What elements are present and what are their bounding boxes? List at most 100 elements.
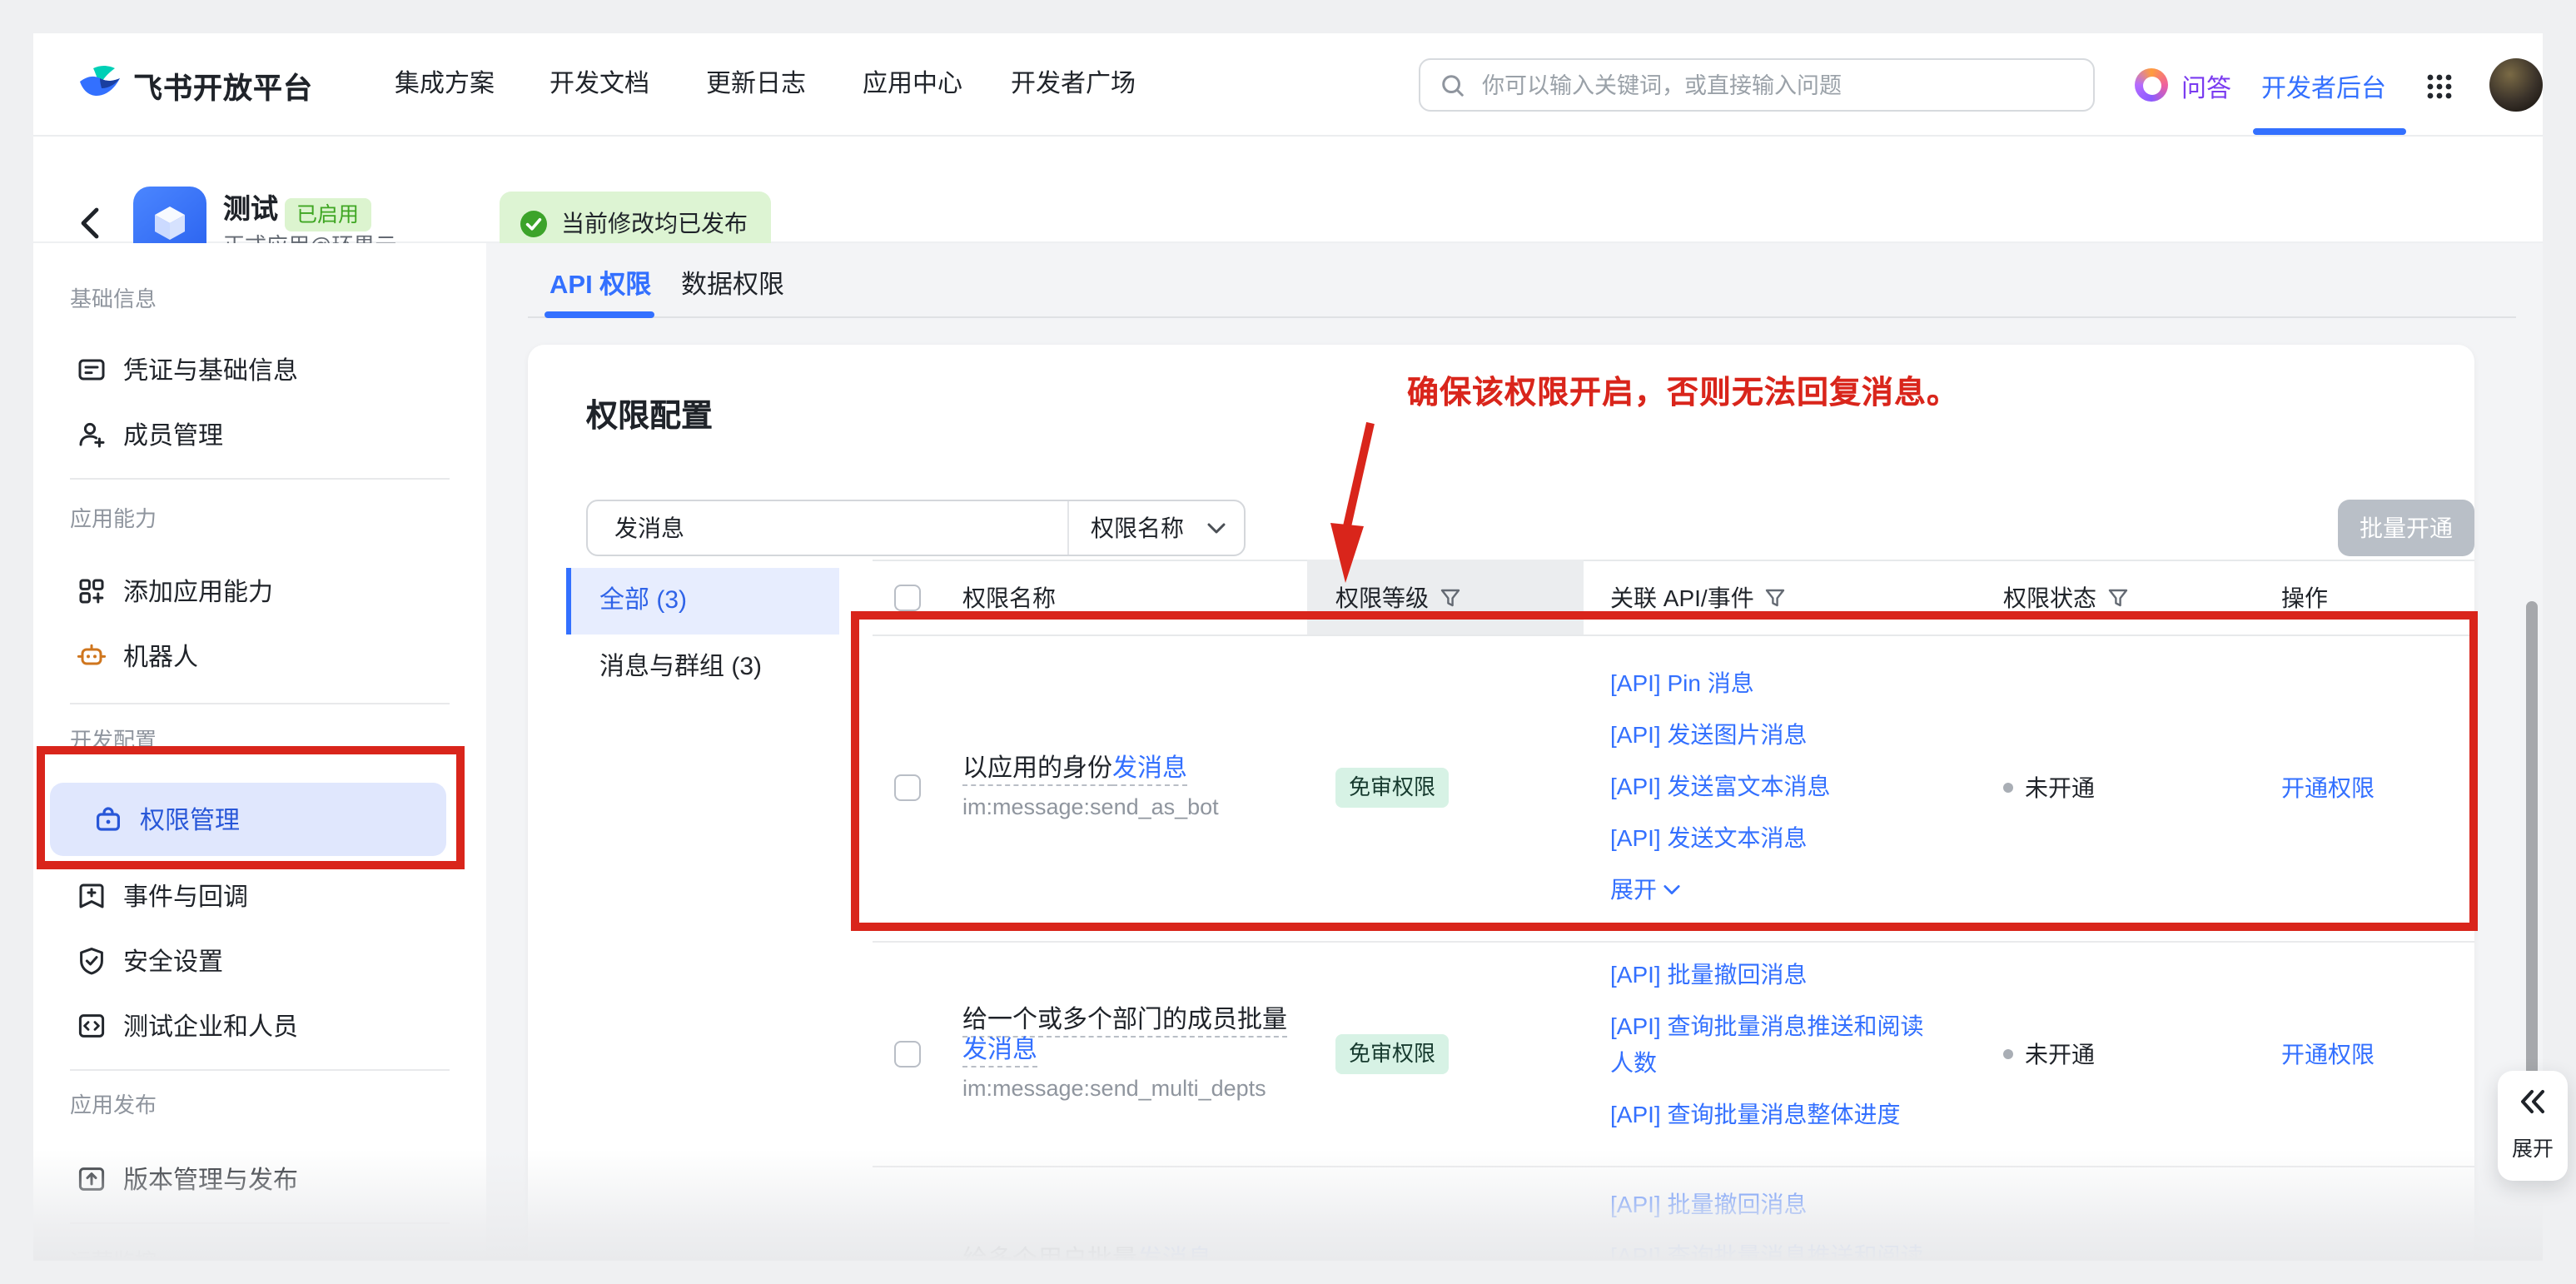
nav-item-app-center[interactable]: 应用中心 [863,70,962,100]
filter-funnel-icon[interactable] [1766,587,1786,607]
table-row: 给一个或多个部门的成员批量发消息 im:message:send_multi_d… [873,941,2474,1166]
permission-search-input[interactable] [611,501,1067,555]
row-checkbox[interactable] [894,1040,921,1067]
permission-name: 给多个用户批量发消息 [962,1245,1292,1261]
permission-name-link[interactable]: 发消息 [962,1035,1037,1063]
cube-icon [148,202,191,245]
sidebar-section-release: 应用发布 [70,1092,157,1119]
col-permission-name: 权限名称 [962,580,1056,614]
level-badge: 免审权限 [1335,1033,1449,1073]
permission-name-plain: 给一个或多个部门的成员批量 [962,1005,1287,1033]
active-nav-underline [2253,128,2406,135]
card-title: 权限配置 [586,391,713,436]
annotation-tip-text: 确保该权限开启，否则无法回复消息。 [1407,368,1959,413]
sidebar-item-version-release[interactable]: 版本管理与发布 [33,1147,486,1211]
nav-item-developer-console[interactable]: 开发者后台 [2261,70,2386,105]
sidebar-divider [70,1222,450,1224]
table-row: 给多个用户批量发消息 [API] 批量撤回消息 [API] 查询批量消息推送和阅… [873,1166,2474,1261]
browser-content: 飞书开放平台 集成方案 开发文档 更新日志 应用中心 开发者广场 问答 开发者后… [33,33,2543,1261]
sidebar-item-members[interactable]: 成员管理 [33,403,486,466]
sidebar-item-events[interactable]: 事件与回调 [33,864,486,928]
sidebar-section-capabilities: 应用能力 [70,506,157,533]
qa-ring-icon[interactable] [2135,68,2168,102]
top-navbar: 飞书开放平台 集成方案 开发文档 更新日志 应用中心 开发者广场 问答 开发者后… [33,33,2543,137]
sidebar-divider [70,478,450,480]
nav-item-changelog[interactable]: 更新日志 [706,70,806,100]
sidebar-section-monitoring: 运营监控 [70,1249,157,1261]
expand-panel-button[interactable]: 展开 [2498,1071,2568,1181]
app-name: 测试 [223,193,278,226]
status-text: 未开通 [2025,1037,2095,1070]
sidebar-item-label: 测试企业和人员 [123,1008,298,1043]
permission-search[interactable]: 权限名称 [586,500,1246,556]
enable-permission-link[interactable]: 开通权限 [2281,1040,2375,1067]
col-related-api: 关联 API/事件 [1610,580,1754,614]
id-card-icon [77,355,107,385]
nav-item-developer-plaza[interactable]: 开发者广场 [1011,70,1136,100]
shield-check-icon [77,946,107,976]
annotation-arrow [1295,413,1395,588]
col-actions: 操作 [2281,580,2328,614]
expand-panel-label: 展开 [2498,1131,2568,1162]
global-search[interactable] [1419,58,2095,112]
chevron-down-icon [1207,522,1226,534]
user-avatar[interactable] [2489,58,2543,112]
feishu-logo-icon[interactable] [77,62,123,108]
sidebar-item-label: 事件与回调 [123,878,248,913]
apps-grid-icon[interactable] [2426,73,2453,100]
back-icon[interactable] [80,207,100,240]
code-icon [77,1011,107,1041]
api-link[interactable]: [API] 批量撤回消息 [1610,1186,1940,1222]
sidebar-item-label: 凭证与基础信息 [123,352,298,387]
grid-add-icon [77,576,107,606]
filter-message-group[interactable]: 消息与群组 (3) [599,635,762,701]
platform-title: 飞书开放平台 [133,67,313,108]
search-filter-select[interactable]: 权限名称 [1069,501,1244,555]
tab-api-permissions[interactable]: API 权限 [550,271,651,301]
search-icon [1440,72,1465,97]
app-enabled-badge: 已启用 [285,198,370,231]
annotation-rect-row [851,611,2478,931]
app-header: 测试 已启用 正式应用@环界云 当前修改均已发布 [33,137,2543,243]
permission-name-link[interactable]: 发消息 [1137,1245,1212,1261]
annotation-rect-sidebar [37,746,465,869]
permission-name-plain: 给多个用户批量 [962,1245,1137,1261]
active-tab-underline [545,311,654,317]
sidebar-section-basic: 基础信息 [70,286,157,313]
vertical-scrollbar[interactable] [2526,601,2538,1076]
sidebar-divider [70,703,450,704]
search-filter-label: 权限名称 [1091,511,1184,545]
check-circle-icon [520,209,548,237]
filter-funnel-icon[interactable] [2108,587,2128,607]
filter-funnel-icon[interactable] [1440,587,1460,607]
nav-item-docs[interactable]: 开发文档 [550,70,649,100]
active-filter-bar [566,568,571,635]
sidebar-item-label: 版本管理与发布 [123,1162,298,1197]
sidebar-item-security[interactable]: 安全设置 [33,929,486,993]
batch-enable-button[interactable]: 批量开通 [2338,500,2474,556]
filter-all[interactable]: 全部 (3) [566,568,839,635]
api-link[interactable]: [API] 查询批量消息推送和阅读人数 [1610,1008,1940,1081]
publish-status-text: 当前修改均已发布 [561,207,748,240]
tab-border [528,316,2516,318]
permission-code: im:message:send_multi_depts [962,1075,1292,1102]
event-callback-icon [77,881,107,911]
nav-item-solutions[interactable]: 集成方案 [395,70,495,100]
permission-name: 给一个或多个部门的成员批量发消息 [962,1005,1292,1065]
robot-icon [77,641,107,671]
sidebar-item-label: 安全设置 [123,943,223,978]
api-link[interactable]: [API] 查询批量消息推送和阅读 [1610,1237,1940,1261]
status: 未开通 [2003,1037,2095,1070]
sidebar-divider [70,1069,450,1071]
sidebar-item-credentials[interactable]: 凭证与基础信息 [33,338,486,401]
search-input[interactable] [1479,71,2093,99]
nav-item-qa[interactable]: 问答 [2181,70,2231,105]
publish-arrow-icon [77,1164,107,1194]
select-all-checkbox[interactable] [894,584,921,610]
sidebar-item-test-company[interactable]: 测试企业和人员 [33,994,486,1058]
tab-data-permissions[interactable]: 数据权限 [681,271,784,301]
api-link[interactable]: [API] 查询批量消息整体进度 [1610,1096,1940,1132]
sidebar-item-bot[interactable]: 机器人 [33,625,486,688]
sidebar-item-add-capability[interactable]: 添加应用能力 [33,560,486,623]
api-link[interactable]: [API] 批量撤回消息 [1610,956,1940,993]
